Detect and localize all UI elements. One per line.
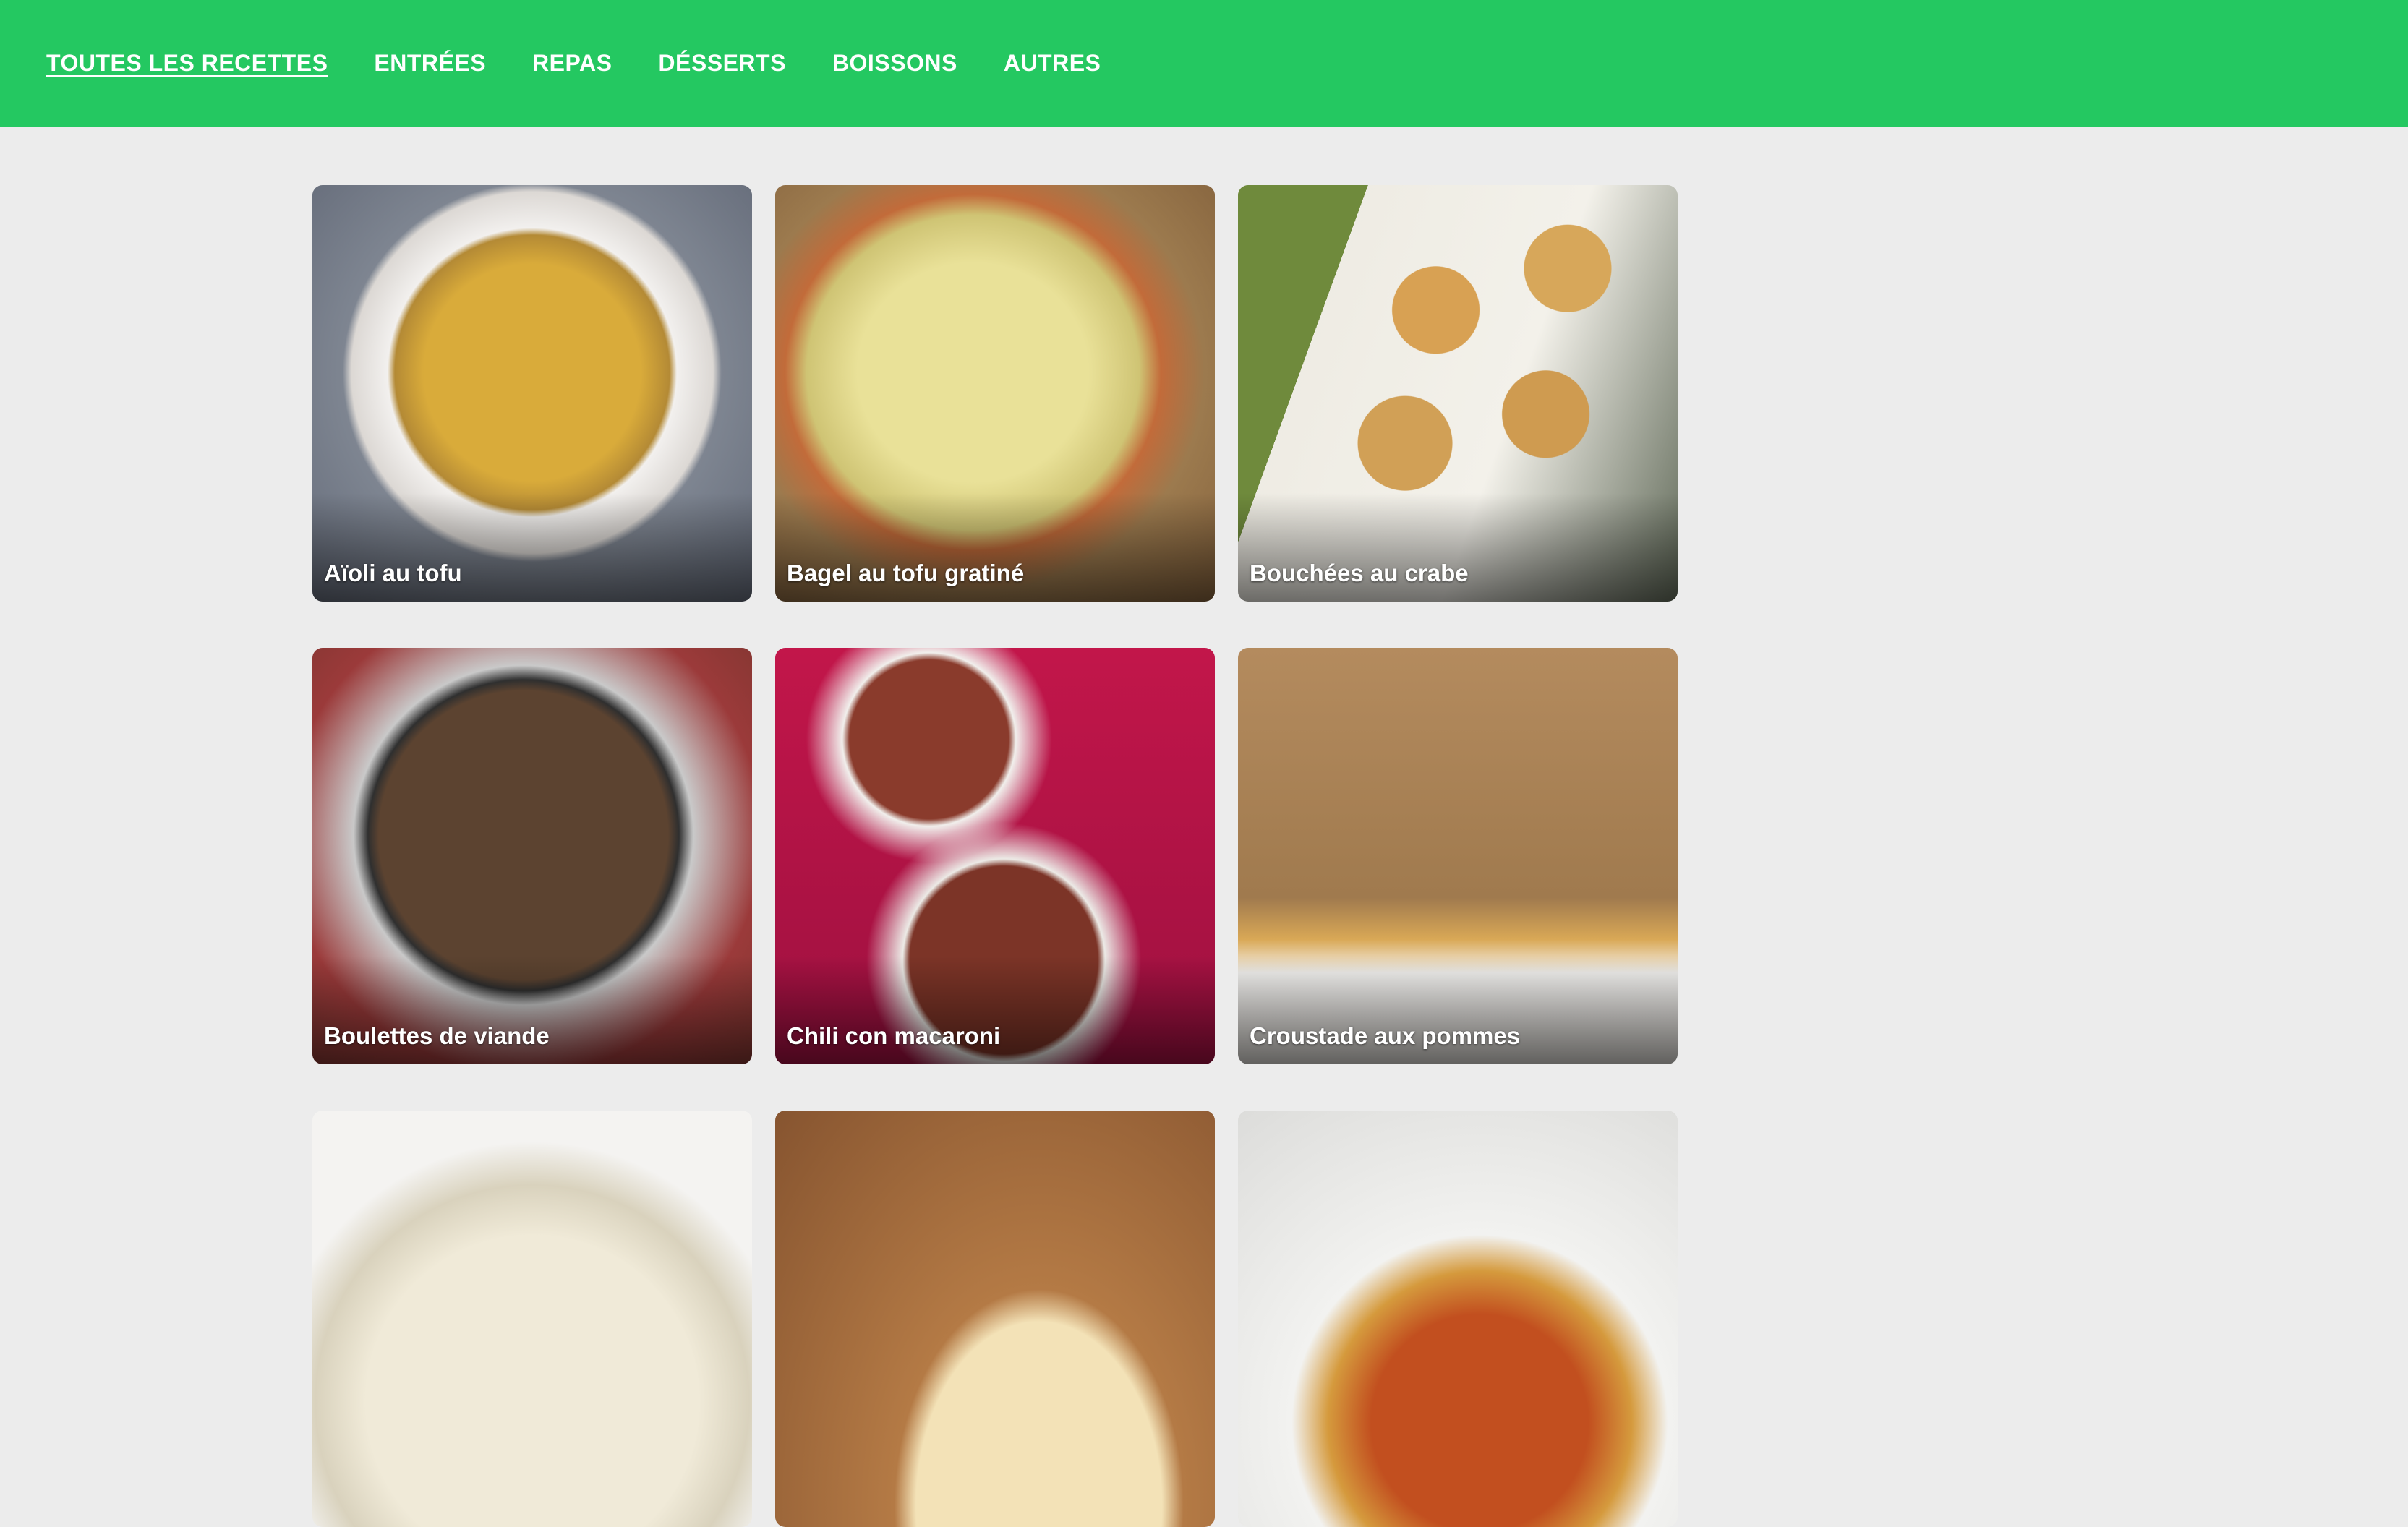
recipe-title: Aïoli au tofu bbox=[324, 560, 462, 586]
recipe-card-croustade-pommes[interactable]: Croustade aux pommes bbox=[1238, 648, 1678, 1064]
recipe-title: Bagel au tofu gratiné bbox=[787, 560, 1025, 586]
recipe-card-8[interactable] bbox=[775, 1111, 1215, 1527]
recipe-title: Chili con macaroni bbox=[787, 1022, 1001, 1049]
recipe-title: Bouchées au crabe bbox=[1250, 560, 1469, 586]
recipe-title: Boulettes de viande bbox=[324, 1022, 550, 1049]
category-nav: TOUTES LES RECETTES ENTRÉES REPAS DÉSSER… bbox=[0, 0, 2408, 127]
nav-link-meals[interactable]: REPAS bbox=[532, 50, 612, 77]
recipe-photo bbox=[775, 1111, 1215, 1527]
recipe-photo bbox=[1238, 1111, 1678, 1527]
recipe-card-bagel-tofu[interactable]: Bagel au tofu gratiné bbox=[775, 185, 1215, 602]
recipe-photo bbox=[312, 1111, 752, 1527]
recipe-card-9[interactable] bbox=[1238, 1111, 1678, 1527]
recipe-card-aioli-tofu[interactable]: Aïoli au tofu bbox=[312, 185, 752, 602]
recipe-card-7[interactable] bbox=[312, 1111, 752, 1527]
recipe-card-boulettes-viande[interactable]: Boulettes de viande bbox=[312, 648, 752, 1064]
recipe-card-chili-macaroni[interactable]: Chili con macaroni bbox=[775, 648, 1215, 1064]
nav-link-others[interactable]: AUTRES bbox=[1004, 50, 1101, 77]
recipe-grid: Aïoli au tofu Bagel au tofu gratiné Bouc… bbox=[312, 185, 1679, 1527]
nav-link-drinks[interactable]: BOISSONS bbox=[832, 50, 957, 77]
recipe-title: Croustade aux pommes bbox=[1250, 1022, 1521, 1049]
nav-link-all-recipes[interactable]: TOUTES LES RECETTES bbox=[46, 50, 328, 77]
recipe-card-bouchees-crabe[interactable]: Bouchées au crabe bbox=[1238, 185, 1678, 602]
nav-link-starters[interactable]: ENTRÉES bbox=[374, 50, 486, 77]
nav-link-desserts[interactable]: DÉSSERTS bbox=[658, 50, 785, 77]
